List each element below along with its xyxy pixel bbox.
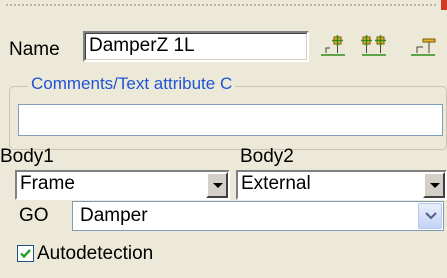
go-label: GO [19,205,49,226]
chevron-down-icon [425,212,437,220]
go-value: Damper [80,205,148,226]
dotted-separator [6,4,437,6]
red-indicator [441,0,447,10]
name-label: Name [9,39,60,60]
body2-label: Body2 [240,146,294,167]
autodetection-checkbox[interactable] [17,245,34,262]
chevron-down-icon [213,183,223,188]
name-field[interactable]: DamperZ 1L [83,31,309,62]
comments-input[interactable] [18,104,443,136]
body1-dropdown-button[interactable] [206,172,228,198]
body2-dropdown-button[interactable] [423,172,445,198]
go-dropdown-button[interactable] [418,203,442,229]
node-options-icon[interactable] [409,33,437,61]
chevron-down-icon [430,183,440,188]
top-strip [0,0,447,10]
body1-label: Body1 [0,146,54,167]
add-node-icon[interactable] [319,33,347,61]
add-multiple-nodes-icon[interactable] [360,33,388,61]
autodetection-label[interactable]: Autodetection [37,243,153,265]
comments-label: Comments/Text attribute C [28,74,236,94]
body1-value: Frame [20,173,75,194]
body1-select[interactable]: Frame [15,170,230,200]
body2-value: External [241,173,311,194]
checkmark-icon [20,249,31,259]
body2-select[interactable]: External [236,170,447,200]
name-value: DamperZ 1L [89,35,195,56]
go-select[interactable]: Damper [72,201,444,231]
